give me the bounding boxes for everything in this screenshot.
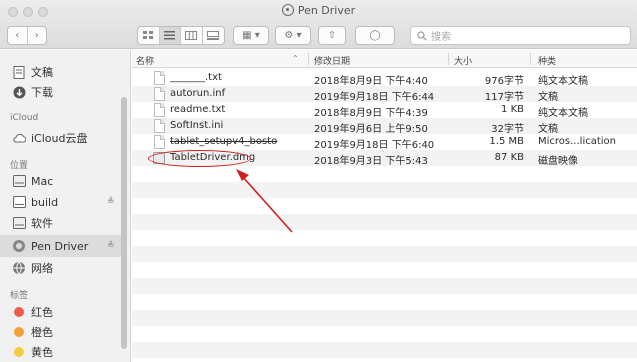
finder-window: Pen Driver ‹ › ▦ ▾ ⚙ ▾ ⇧ ◯ 搜索 文稿 下载 iClo…	[0, 0, 637, 362]
annotation-arrow-icon	[236, 169, 293, 233]
